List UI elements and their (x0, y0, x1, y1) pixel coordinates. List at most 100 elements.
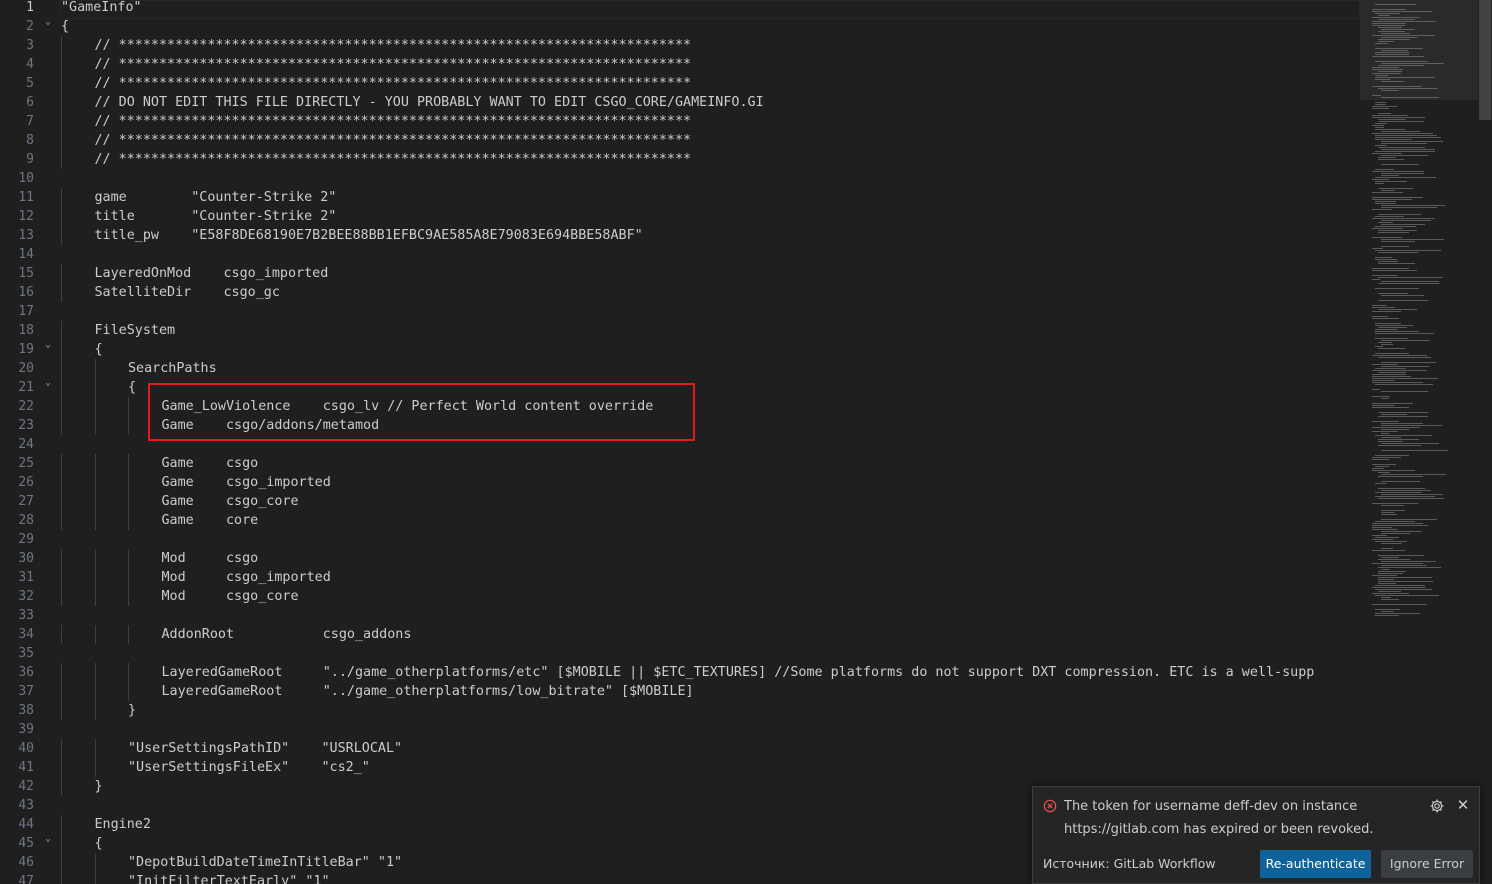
fold-chevron-icon[interactable]: ⌄ (42, 377, 54, 389)
minimap-line (1372, 86, 1422, 87)
minimap-line (1381, 281, 1439, 282)
code-line[interactable]: 38} (0, 701, 1360, 720)
code-line[interactable]: 19 ⌄ { (0, 339, 1360, 359)
minimap-line (1378, 445, 1421, 446)
minimap-line (1375, 609, 1400, 610)
code-editor[interactable]: 1 "GameInfo" 2 ⌄ {3 // **********************… (0, 0, 1360, 884)
minimap-line (1375, 61, 1428, 62)
code-line[interactable]: 26 Game csgo_imported (0, 473, 1360, 492)
code-line[interactable]: 1 "GameInfo" (0, 0, 1360, 17)
minimap-line (1378, 27, 1402, 28)
minimap-line (1378, 476, 1423, 477)
minimap-line (1378, 300, 1428, 301)
minimap-line (1372, 378, 1438, 379)
code-line[interactable]: 6 // DO NOT EDIT THIS FILE DIRECTLY - YOU… (0, 93, 1360, 112)
vertical-scrollbar[interactable] (1478, 0, 1492, 884)
fold-chevron-icon[interactable]: ⌄ (42, 833, 54, 845)
line-number: 47 (18, 874, 34, 884)
code-line[interactable]: 37 LayeredGameRoot "../game_otherplatform… (0, 682, 1360, 701)
code-line[interactable]: 28 Game core (0, 511, 1360, 530)
minimap-line (1381, 131, 1420, 132)
code-line[interactable]: 14 (0, 245, 1360, 264)
code-line[interactable]: 4 // ************************************… (0, 55, 1360, 74)
indent-guide (94, 511, 96, 530)
line-number: 16 (18, 285, 34, 300)
minimap[interactable] (1360, 0, 1478, 884)
minimap-line (1381, 241, 1415, 242)
code-line[interactable]: 5 // ************************************… (0, 74, 1360, 93)
minimap-line (1381, 514, 1397, 515)
minimap-line (1372, 117, 1425, 118)
code-text: "GameInfo" (61, 0, 142, 15)
code-line[interactable]: 2 ⌄ { (0, 16, 1360, 36)
minimap-line (1372, 279, 1380, 280)
indent-guide (61, 834, 62, 853)
minimap-line (1375, 259, 1397, 260)
code-line[interactable]: 11 game "Counter-Strike 2" (0, 188, 1360, 207)
code-line[interactable]: 25 Game csgo (0, 454, 1360, 473)
minimap-line (1372, 459, 1389, 460)
ignore-error-button[interactable]: Ignore Error (1381, 850, 1473, 878)
minimap-line (1372, 527, 1392, 528)
minimap-line (1372, 380, 1394, 381)
minimap-line (1375, 216, 1404, 217)
close-icon[interactable]: ✕ (1455, 797, 1471, 813)
code-line[interactable]: 36 LayeredGameRoot "../game_otherplatform… (0, 663, 1360, 682)
code-line[interactable]: 32 Mod csgo_core (0, 587, 1360, 606)
minimap-line (1372, 171, 1424, 172)
minimap-line (1372, 67, 1399, 68)
code-line[interactable]: 33 (0, 606, 1360, 625)
indent-guide (61, 739, 62, 758)
code-line[interactable]: 3 // ************************************… (0, 36, 1360, 55)
code-line[interactable]: 34 AddonRoot csgo_addons (0, 625, 1360, 644)
minimap-line (1375, 183, 1384, 184)
code-line[interactable]: 18 FileSystem (0, 321, 1360, 340)
code-line[interactable]: 15 LayeredOnMod csgo_imported (0, 264, 1360, 283)
code-line[interactable]: 29 (0, 530, 1360, 549)
fold-chevron-icon[interactable]: ⌄ (42, 16, 54, 28)
minimap-line (1375, 151, 1435, 152)
line-number: 11 (18, 190, 34, 205)
code-line[interactable]: 7 // ************************************… (0, 112, 1360, 131)
code-line[interactable]: 40 "UserSettingsPathID" "USRLOCAL" (0, 739, 1360, 758)
minimap-line (1375, 325, 1413, 326)
line-number: 2 (26, 19, 34, 34)
line-number: 38 (18, 703, 34, 718)
indent-guide (61, 150, 62, 169)
code-line[interactable]: 27 Game csgo_core (0, 492, 1360, 511)
scrollbar-thumb[interactable] (1479, 0, 1491, 120)
indent-guide (94, 739, 96, 758)
code-line[interactable]: 16 SatelliteDir csgo_gc (0, 283, 1360, 302)
fold-chevron-icon[interactable]: ⌄ (42, 339, 54, 351)
code-line[interactable]: 13 title_pw "E58F8DE68190E7B2BEE88BB1EFBC… (0, 226, 1360, 245)
minimap-line (1381, 443, 1439, 444)
code-line[interactable]: 12 title "Counter-Strike 2" (0, 207, 1360, 226)
code-line[interactable]: 30 Mod csgo (0, 549, 1360, 568)
minimap-line (1372, 73, 1401, 74)
code-line[interactable]: 8 // ************************************… (0, 131, 1360, 150)
minimap-line (1372, 218, 1435, 219)
code-line[interactable]: 10 (0, 169, 1360, 188)
code-line[interactable]: 31 Mod csgo_imported (0, 568, 1360, 587)
minimap-line (1372, 209, 1392, 210)
reauthenticate-button[interactable]: Re-authenticate (1260, 850, 1371, 878)
code-line[interactable]: 20 SearchPaths (0, 359, 1360, 378)
minimap-line (1378, 559, 1410, 560)
indent-guide (61, 568, 62, 587)
code-text: title "Counter-Strike 2" (94, 209, 337, 224)
minimap-line (1381, 557, 1399, 558)
minimap-line (1378, 157, 1396, 158)
gear-icon[interactable] (1429, 798, 1445, 814)
code-line[interactable]: 35 (0, 644, 1360, 663)
code-text: // *************************************… (94, 38, 692, 53)
minimap-line (1375, 13, 1400, 14)
code-line[interactable]: 9 // ************************************… (0, 150, 1360, 169)
code-line[interactable]: 39 (0, 720, 1360, 739)
code-text: LayeredGameRoot "../game_otherplatforms/… (161, 665, 1315, 680)
indent-guide (128, 663, 129, 682)
minimap-line (1381, 433, 1389, 434)
indent-guide (61, 36, 62, 55)
code-line[interactable]: 41 "UserSettingsFileEx" "cs2_" (0, 758, 1360, 777)
code-line[interactable]: 17 (0, 302, 1360, 321)
minimap-line (1378, 252, 1418, 253)
